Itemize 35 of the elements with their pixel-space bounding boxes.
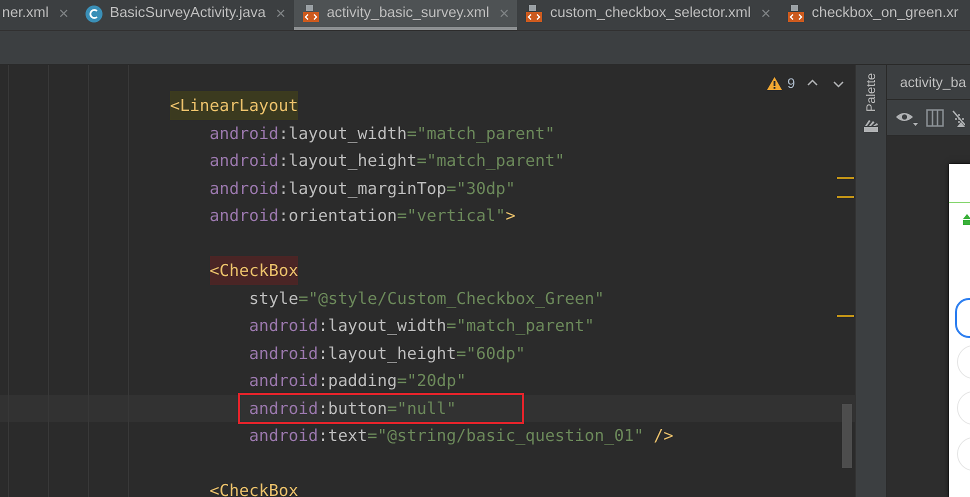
layout-file-icon: [786, 4, 805, 22]
code-line: android:layout_width="match_parent": [210, 122, 555, 145]
warning-icon[interactable]: [766, 76, 784, 91]
previous-icon[interactable]: [807, 79, 818, 86]
layout-file-icon: [302, 4, 320, 22]
warning-marker[interactable]: [837, 196, 854, 198]
code-line: android:layout_width="match_parent": [249, 315, 594, 337]
code-line: android:layout_marginTop="30dp": [210, 178, 516, 200]
code-line: android:layout_height="match_parent": [210, 150, 565, 172]
warning-marker[interactable]: [837, 315, 854, 317]
scrollbar-thumb[interactable]: [842, 404, 852, 468]
file-tab[interactable]: custom_checkbox_selector.xml ×: [517, 0, 779, 30]
file-tab[interactable]: ner.xml ×: [0, 0, 77, 30]
magnet-off-icon[interactable]: [951, 108, 965, 126]
columns-icon[interactable]: [926, 108, 944, 126]
palette-icon: [863, 118, 879, 133]
class-icon: [84, 4, 103, 22]
file-tab[interactable]: checkbox_on_green.xr: [778, 0, 966, 30]
code-line: <CheckBox: [210, 480, 298, 497]
file-tab[interactable]: activity_basic_survey.xml ×: [294, 0, 518, 30]
close-icon[interactable]: ×: [276, 0, 286, 26]
close-icon[interactable]: ×: [760, 0, 771, 26]
file-tab[interactable]: BasicSurveyActivity.java ×: [76, 0, 294, 30]
next-icon[interactable]: [833, 81, 844, 88]
code-line: style="@style/Custom_Checkbox_Green": [249, 288, 604, 310]
layout-file-icon: [525, 4, 544, 22]
palette-tab[interactable]: Palette: [862, 73, 880, 112]
warning-count: 9: [787, 74, 795, 93]
code-line: android:text="@string/basic_question_01" />: [249, 425, 674, 447]
close-icon[interactable]: ×: [58, 0, 69, 26]
leaf-icon: [963, 214, 970, 226]
code-line: android:padding="20dp": [249, 370, 466, 392]
code-line: android:layout_height="60dp": [249, 342, 526, 365]
warning-marker[interactable]: [837, 177, 854, 179]
code-line: android:orientation="vertical">: [210, 205, 516, 227]
